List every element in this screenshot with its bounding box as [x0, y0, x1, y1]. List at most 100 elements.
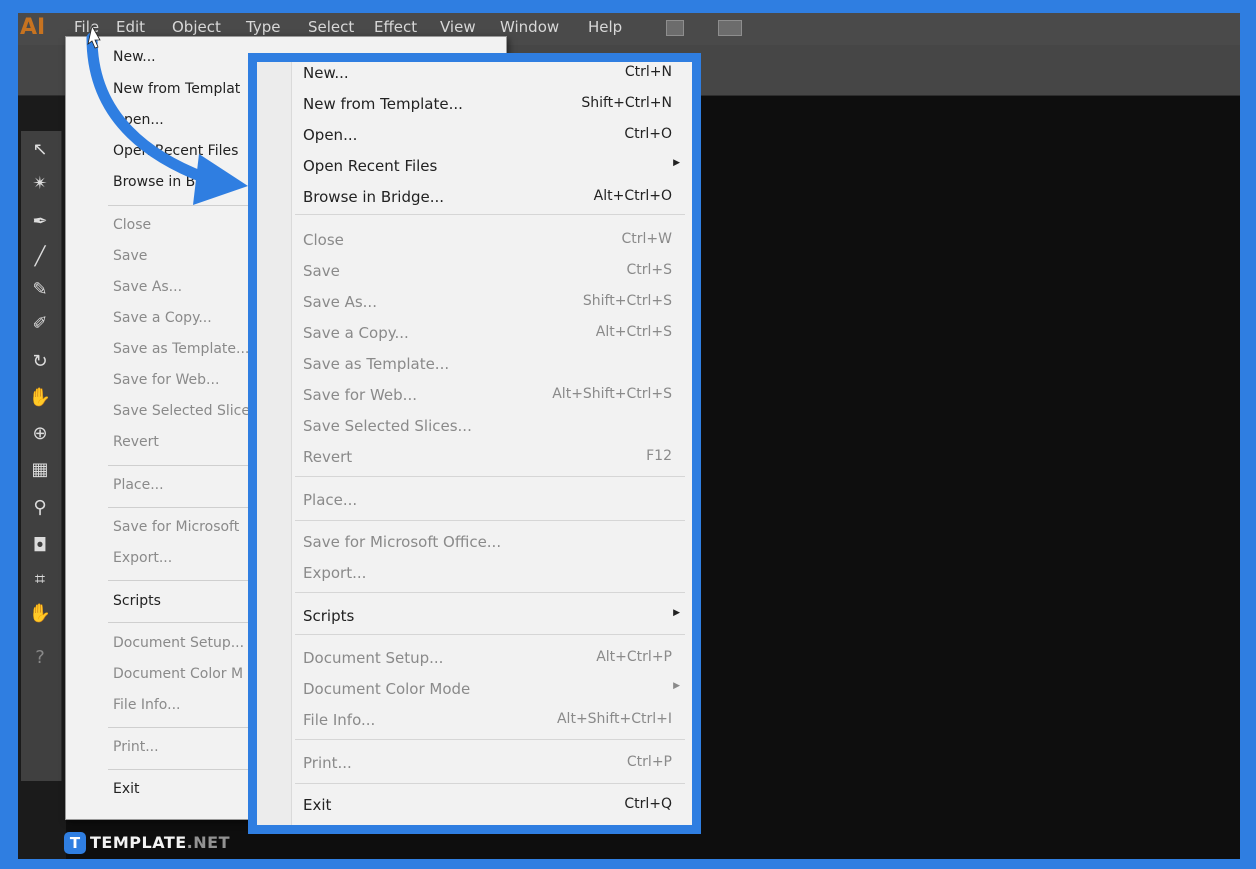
- menu-item-open[interactable]: Open... Ctrl+O: [303, 124, 672, 148]
- menu-item-label: Save As...: [303, 293, 377, 311]
- original-menu-item[interactable]: New...: [113, 49, 156, 65]
- eyedropper-tool-icon[interactable]: ⚲: [25, 495, 55, 521]
- brush-tool-icon[interactable]: ✎: [25, 277, 55, 303]
- original-menu-item[interactable]: Browse in Bridge...: [113, 174, 245, 190]
- original-menu-item[interactable]: Save a Copy...: [113, 310, 212, 326]
- menu-item-shortcut: Ctrl+W: [621, 231, 672, 247]
- original-menu-item[interactable]: Exit: [113, 781, 140, 797]
- menu-item-save[interactable]: Save Ctrl+S: [303, 260, 672, 284]
- submenu-arrow-icon: ▶: [673, 158, 680, 168]
- menu-item-shortcut: Ctrl+Q: [624, 796, 672, 812]
- original-menu-item[interactable]: Save Selected Slice: [113, 403, 250, 419]
- bridge-icon[interactable]: [666, 20, 684, 36]
- menu-item-label: Save for Web...: [303, 386, 417, 404]
- menu-effect[interactable]: Effect: [374, 18, 417, 36]
- original-menu-item[interactable]: Open Recent Files: [113, 143, 238, 159]
- original-menu-item[interactable]: Scripts: [113, 593, 161, 609]
- original-menu-item[interactable]: Place...: [113, 477, 164, 493]
- help-icon[interactable]: ?: [25, 645, 55, 671]
- menu-item-revert[interactable]: Revert F12: [303, 446, 672, 470]
- menu-separator: [295, 476, 685, 477]
- menu-item-label: Print...: [303, 754, 352, 772]
- menu-item-shortcut: F12: [646, 448, 672, 464]
- menu-window[interactable]: Window: [500, 18, 559, 36]
- menu-item-save-for-microsoft-office[interactable]: Save for Microsoft Office...: [303, 531, 672, 555]
- menu-separator: [295, 592, 685, 593]
- menu-item-save-as[interactable]: Save As... Shift+Ctrl+S: [303, 291, 672, 315]
- original-menu-item[interactable]: Save: [113, 248, 147, 264]
- menu-item-place[interactable]: Place...: [303, 489, 672, 513]
- menu-item-shortcut: Alt+Shift+Ctrl+S: [552, 386, 672, 402]
- tools-panel: ↖ ✴ ✒ ╱ ✎ ✐ ↻ ✋ ⊕ ▦ ⚲ ◘ ⌗ ✋ ?: [21, 131, 62, 781]
- line-tool-icon[interactable]: ╱: [25, 244, 55, 270]
- menu-type[interactable]: Type: [246, 18, 280, 36]
- arrange-documents-icon[interactable]: [718, 20, 742, 36]
- menu-item-open-recent-files[interactable]: Open Recent Files ▶: [303, 155, 680, 179]
- menu-item-print[interactable]: Print... Ctrl+P: [303, 752, 672, 776]
- menu-item-save-a-copy[interactable]: Save a Copy... Alt+Ctrl+S: [303, 322, 672, 346]
- menu-item-shortcut: Ctrl+P: [626, 754, 672, 770]
- menu-item-new-from-template[interactable]: New from Template... Shift+Ctrl+N: [303, 93, 672, 117]
- menu-item-scripts[interactable]: Scripts ▶: [303, 605, 680, 629]
- menu-item-browse-in-bridge[interactable]: Browse in Bridge... Alt+Ctrl+O: [303, 186, 672, 210]
- blob-brush-tool-icon[interactable]: ✐: [25, 311, 55, 337]
- rotate-tool-icon[interactable]: ↻: [25, 349, 55, 375]
- menu-item-shortcut: Shift+Ctrl+N: [581, 95, 672, 111]
- file-menu: New... Ctrl+N New from Template... Shift+Ct…: [257, 62, 692, 825]
- symbol-sprayer-tool-icon[interactable]: ◘: [25, 533, 55, 559]
- original-menu-item[interactable]: Close: [113, 217, 151, 233]
- pen-tool-icon[interactable]: ✒: [25, 209, 55, 235]
- original-menu-item[interactable]: Save as Template...: [113, 341, 249, 357]
- menu-item-file-info[interactable]: File Info... Alt+Shift+Ctrl+I: [303, 709, 672, 733]
- menu-item-new[interactable]: New... Ctrl+N: [303, 62, 672, 86]
- graph-tool-icon[interactable]: ▦: [25, 457, 55, 483]
- original-menu-item[interactable]: Document Setup...: [113, 635, 244, 651]
- original-menu-item[interactable]: Save As...: [113, 279, 182, 295]
- menu-item-shortcut: Shift+Ctrl+S: [582, 293, 672, 309]
- menu-select[interactable]: Select: [308, 18, 354, 36]
- menu-item-save-selected-slices[interactable]: Save Selected Slices...: [303, 415, 672, 439]
- shape-builder-tool-icon[interactable]: ⊕: [25, 421, 55, 447]
- menu-item-label: Scripts: [303, 607, 355, 625]
- menu-item-document-setup[interactable]: Document Setup... Alt+Ctrl+P: [303, 647, 672, 671]
- menu-item-label: Save for Microsoft Office...: [303, 533, 502, 551]
- menu-help[interactable]: Help: [588, 18, 622, 36]
- menu-file[interactable]: File: [74, 18, 99, 36]
- menu-item-save-as-template[interactable]: Save as Template...: [303, 353, 672, 377]
- menu-item-label: New...: [303, 64, 349, 82]
- original-menu-item[interactable]: Document Color M: [113, 666, 243, 682]
- selection-tool-icon[interactable]: ↖: [25, 137, 55, 163]
- warp-tool-icon[interactable]: ✋: [25, 385, 55, 411]
- menu-item-exit[interactable]: Exit Ctrl+Q: [303, 794, 672, 818]
- menu-separator: [295, 520, 685, 521]
- menu-item-close[interactable]: Close Ctrl+W: [303, 229, 672, 253]
- original-menu-item[interactable]: New from Templat: [113, 81, 240, 97]
- menu-separator: [295, 739, 685, 740]
- menu-item-document-color-mode[interactable]: Document Color Mode ▶: [303, 678, 680, 702]
- menu-view[interactable]: View: [440, 18, 476, 36]
- artboard-tool-icon[interactable]: ⌗: [25, 567, 55, 593]
- menu-edit[interactable]: Edit: [116, 18, 145, 36]
- original-menu-item[interactable]: Open...: [113, 112, 164, 128]
- original-menu-item[interactable]: Save for Microsoft: [113, 519, 239, 535]
- file-menu-highlight: New... Ctrl+N New from Template... Shift+Ct…: [248, 53, 701, 834]
- app-logo: AI: [20, 15, 46, 40]
- menu-item-shortcut: Ctrl+S: [626, 262, 672, 278]
- hand-tool-icon[interactable]: ✋: [25, 601, 55, 627]
- menu-item-label: Place...: [303, 491, 358, 509]
- original-menu-item[interactable]: Revert: [113, 434, 159, 450]
- menu-object[interactable]: Object: [172, 18, 221, 36]
- menu-item-shortcut: Ctrl+N: [624, 64, 672, 80]
- menu-item-label: Exit: [303, 796, 332, 814]
- menu-item-shortcut: Alt+Shift+Ctrl+I: [556, 711, 672, 727]
- original-menu-item[interactable]: Export...: [113, 550, 172, 566]
- original-menu-item[interactable]: Print...: [113, 739, 159, 755]
- menu-item-label: Close: [303, 231, 344, 249]
- menu-item-save-for-web[interactable]: Save for Web... Alt+Shift+Ctrl+S: [303, 384, 672, 408]
- magic-wand-tool-icon[interactable]: ✴: [25, 171, 55, 197]
- menu-item-label: Browse in Bridge...: [303, 188, 445, 206]
- original-menu-item[interactable]: Save for Web...: [113, 372, 219, 388]
- menu-item-export[interactable]: Export...: [303, 562, 672, 586]
- original-menu-item[interactable]: File Info...: [113, 697, 180, 713]
- menu-item-label: Document Color Mode: [303, 680, 471, 698]
